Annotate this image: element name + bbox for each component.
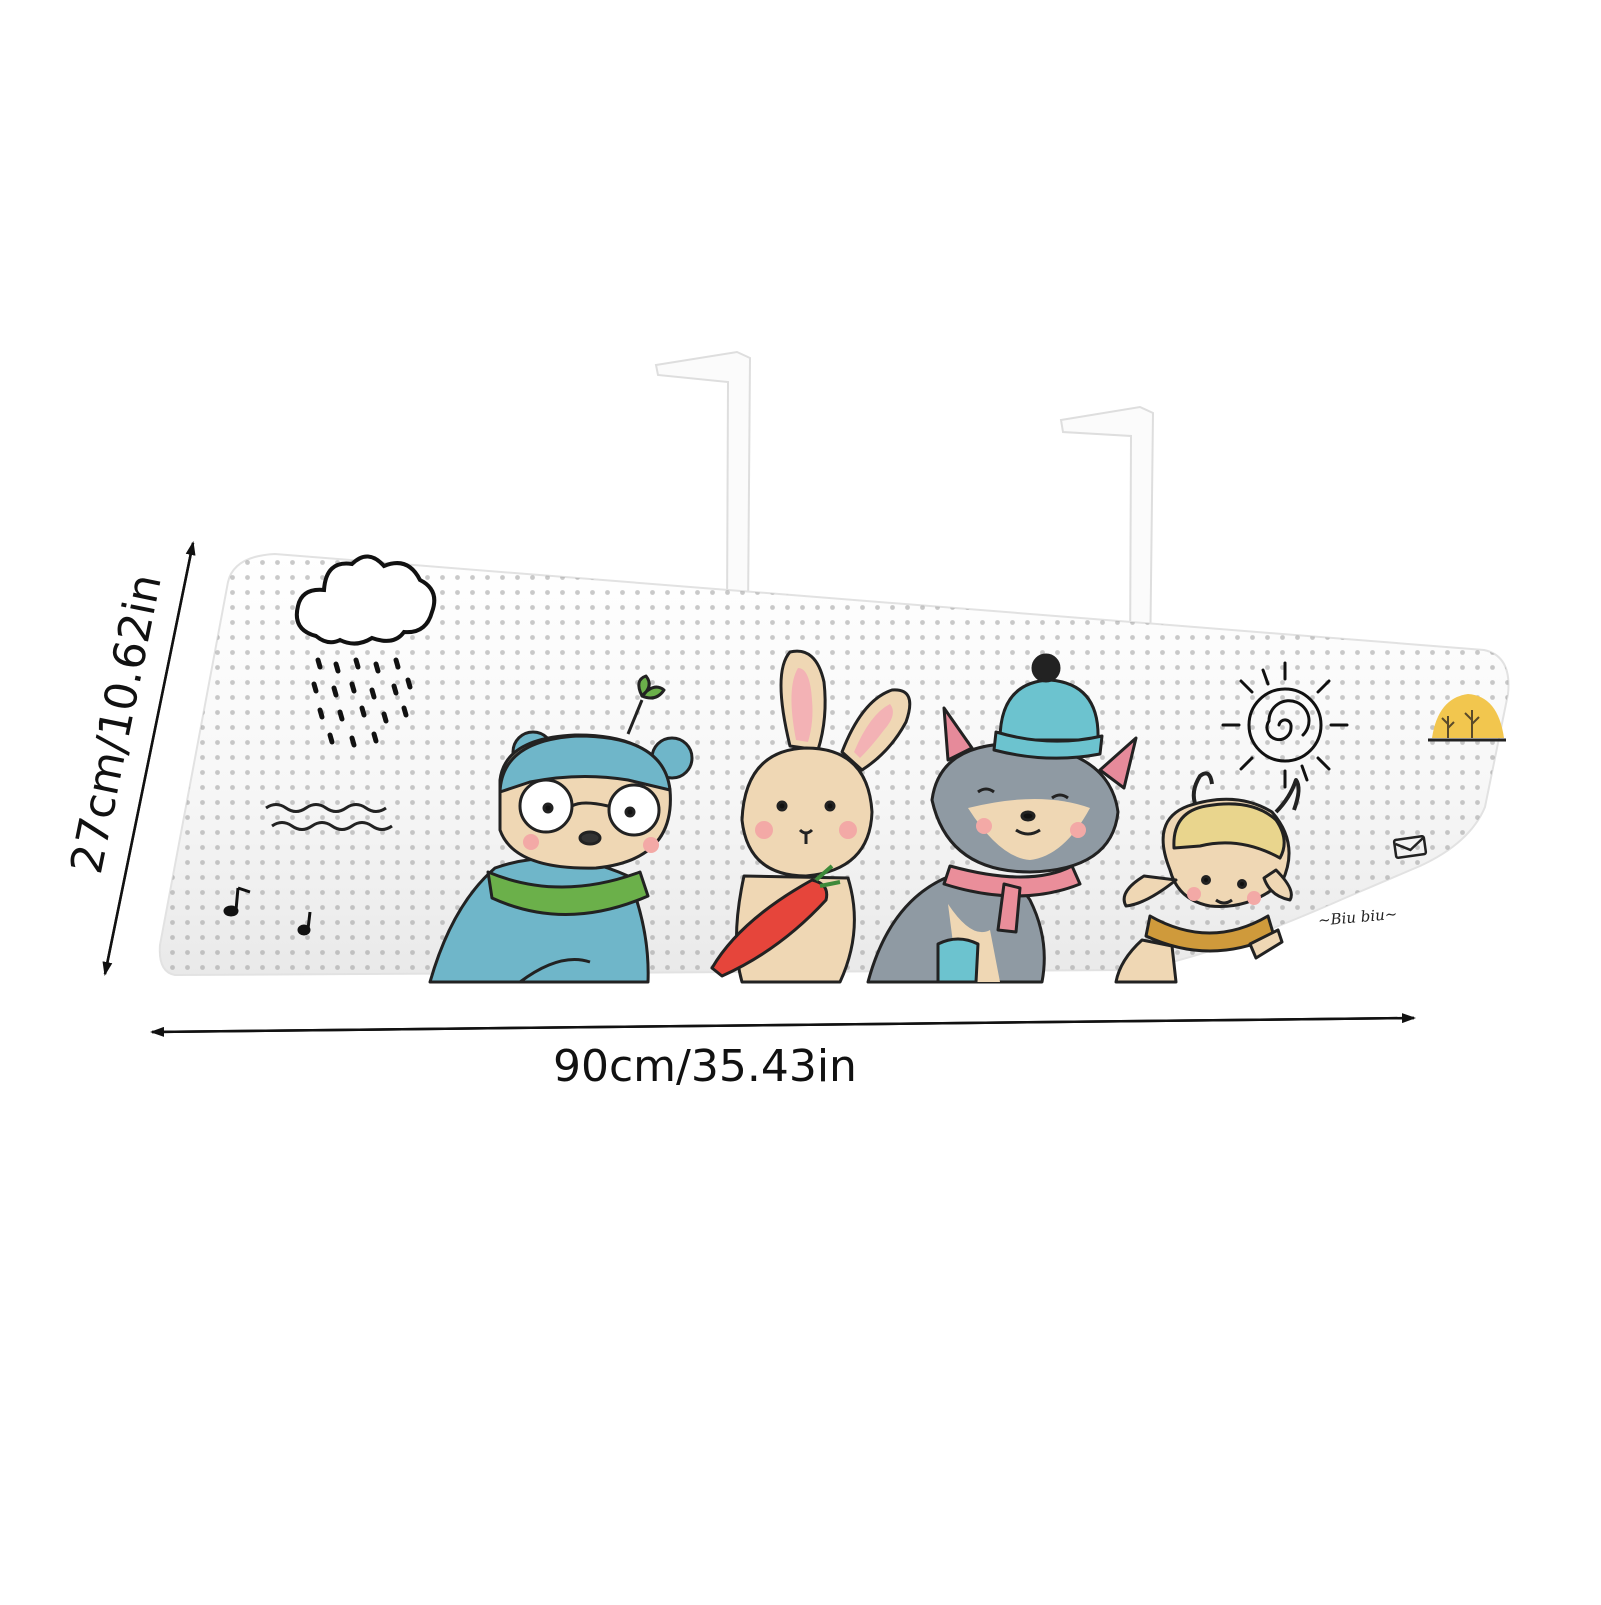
product-image: ~Biu biu~ [0, 0, 1601, 1601]
hanging-bracket-left [654, 350, 752, 620]
svg-text:~Biu biu~: ~Biu biu~ [1317, 905, 1398, 930]
width-dimension-label: 90cm/35.43in [553, 1041, 857, 1092]
signature-lettering: ~Biu biu~ [1317, 905, 1398, 930]
width-dimension-arrow [150, 1013, 1416, 1037]
